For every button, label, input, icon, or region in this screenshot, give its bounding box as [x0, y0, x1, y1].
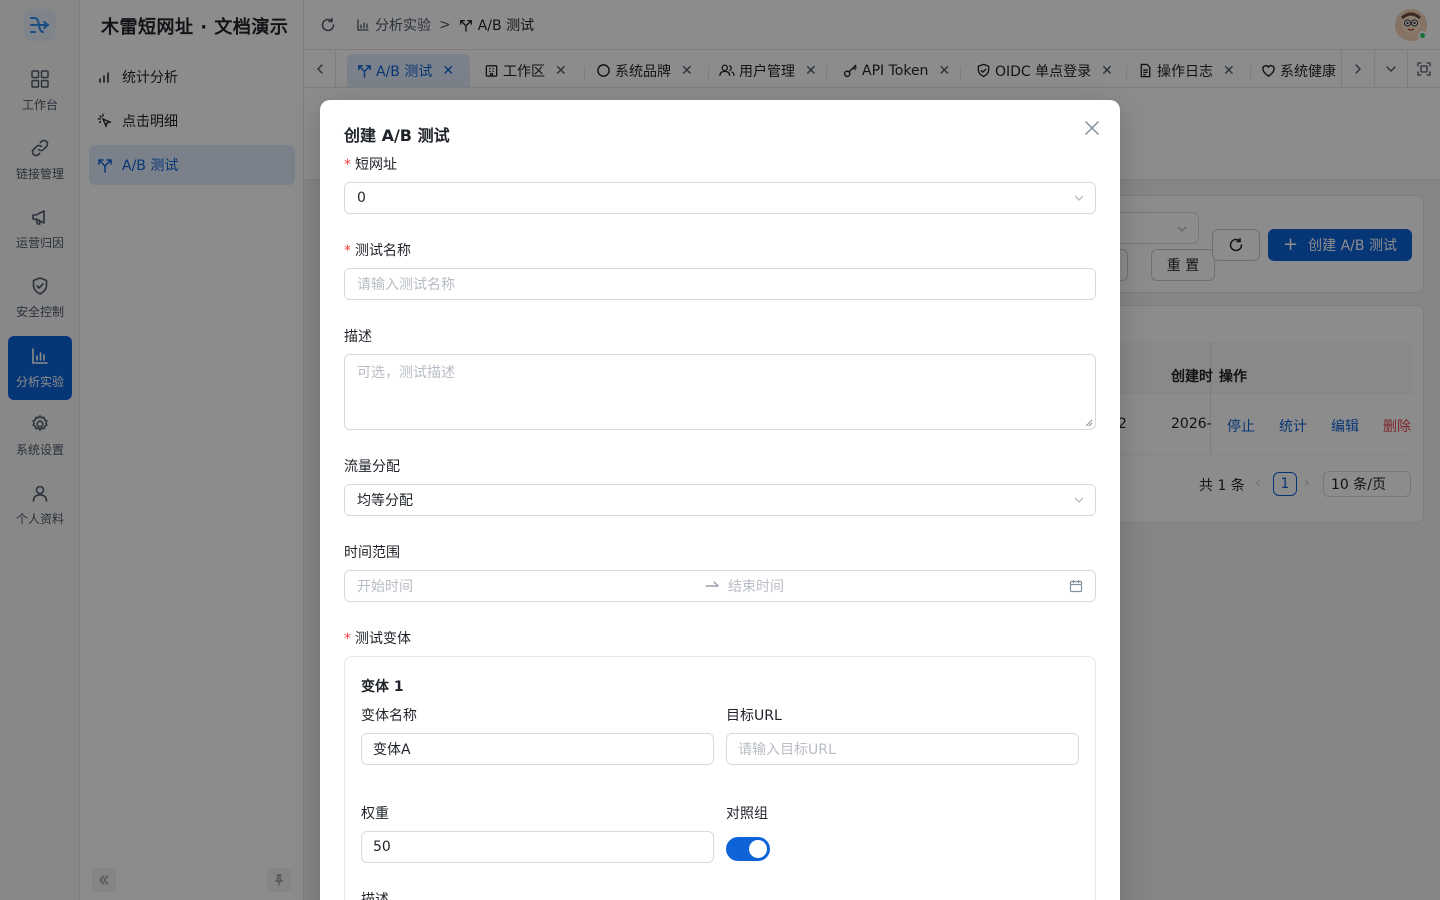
variant-name-input[interactable]: 变体A — [361, 733, 714, 765]
test-name-label-text: 测试名称 — [355, 243, 411, 259]
weight-value: 50 — [373, 839, 391, 855]
create-ab-test-modal: 创建 A/B 测试 * 短网址 0 * 测试名称 请输入测试名称 描述 可选，测试描… — [320, 100, 1120, 900]
variants-label-text: 测试变体 — [355, 631, 411, 647]
variant-card: 变体 1 变体名称 变体A 目标URL 请输入目标URL 权重 50 对照组 描… — [344, 656, 1096, 900]
traffic-label: 流量分配 — [344, 459, 400, 475]
variant-title: 变体 1 — [361, 679, 404, 695]
control-group-label: 对照组 — [726, 806, 768, 822]
switch-knob — [749, 840, 767, 858]
short-url-label-text: 短网址 — [355, 157, 397, 173]
variants-label: * 测试变体 — [344, 628, 411, 648]
weight-label: 权重 — [361, 806, 389, 822]
modal-close-button[interactable] — [1082, 118, 1102, 138]
chevron-down-icon — [1074, 497, 1084, 503]
time-range-label: 时间范围 — [344, 545, 400, 561]
variant-name-value: 变体A — [373, 742, 411, 758]
target-url-input[interactable]: 请输入目标URL — [726, 733, 1079, 765]
target-url-placeholder: 请输入目标URL — [738, 742, 836, 758]
chevron-down-icon — [1074, 195, 1084, 201]
traffic-select[interactable]: 均等分配 — [344, 484, 1096, 516]
control-group-switch[interactable] — [726, 837, 770, 861]
calendar-icon — [1069, 580, 1083, 593]
start-time-placeholder[interactable]: 开始时间 — [357, 576, 413, 596]
test-name-input[interactable]: 请输入测试名称 — [344, 268, 1096, 300]
short-url-label: * 短网址 — [344, 154, 397, 174]
required-mark: * — [344, 157, 351, 173]
short-url-value: 0 — [357, 190, 366, 206]
variant-name-label: 变体名称 — [361, 708, 417, 724]
weight-input[interactable]: 50 — [361, 831, 714, 863]
test-name-label: * 测试名称 — [344, 240, 411, 260]
description-label: 描述 — [344, 329, 372, 345]
required-mark: * — [344, 631, 351, 647]
close-icon — [1085, 121, 1099, 135]
test-name-placeholder: 请输入测试名称 — [357, 277, 455, 293]
required-mark: * — [344, 243, 351, 259]
short-url-select[interactable]: 0 — [344, 182, 1096, 214]
arrow-right-icon — [705, 581, 719, 587]
description-textarea[interactable]: 可选，测试描述 — [344, 354, 1096, 430]
end-time-placeholder[interactable]: 结束时间 — [728, 576, 784, 596]
description-placeholder: 可选，测试描述 — [357, 365, 455, 381]
modal-title: 创建 A/B 测试 — [344, 126, 450, 145]
resize-grip-icon[interactable] — [1085, 419, 1093, 427]
variant-description-label: 描述 — [361, 892, 389, 900]
traffic-value: 均等分配 — [357, 493, 413, 509]
time-range-picker[interactable]: 开始时间 结束时间 — [344, 570, 1096, 602]
target-url-label: 目标URL — [726, 708, 782, 724]
